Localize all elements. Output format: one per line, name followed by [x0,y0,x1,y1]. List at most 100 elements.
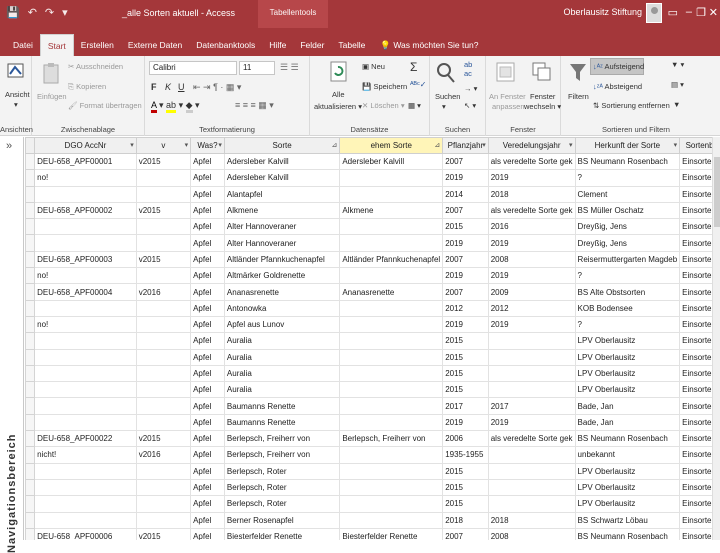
table-cell[interactable]: als veredelte Sorte gek [487,152,576,171]
table-cell[interactable]: Baumanns Renette [223,397,341,415]
table-cell[interactable]: Bade, Jan [574,397,681,415]
table-cell[interactable]: 2018 [442,511,489,529]
table-cell[interactable]: Apfel [190,446,225,464]
table-cell[interactable]: v2015 [135,201,192,220]
table-cell[interactable] [339,397,444,415]
col-header-herkunft[interactable]: Herkunft der Sorte ▾ [574,137,681,154]
view-button[interactable]: Ansicht [5,90,30,99]
table-cell[interactable]: als veredelte Sorte gek [487,201,576,220]
table-cell[interactable]: 1935-1955 [442,446,489,464]
table-cell[interactable]: BS Neumann Rosenbach [574,527,681,540]
table-cell[interactable]: LPV Oberlausitz [574,478,681,497]
table-row[interactable]: Apfel Auralia 2015 LPV Oberlausitz Einsorten [25,332,720,350]
row-selector[interactable] [25,250,36,269]
font-size-field[interactable]: 11 [239,61,275,75]
table-cell[interactable]: Apfel [190,430,225,448]
table-cell[interactable] [135,413,192,432]
table-cell[interactable] [487,462,576,480]
table-row[interactable]: no! Apfel Apfel aus Lunov 2019 2019? Einsorte… [25,315,720,334]
tell-me-search[interactable]: 💡 Was möchten Sie tun? [380,34,478,56]
table-row[interactable]: Apfel Alantapfel 2014 2018 Clement Einsorten [25,185,720,203]
table-cell[interactable]: 2019 [487,169,576,187]
table-row[interactable]: nicht! v2016 Apfel Berlepsch, Freiherr von 1… [25,446,720,464]
table-row[interactable]: Apfel Auralia 2015 LPV Oberlausitz Einsorten [25,348,720,366]
table-cell[interactable]: Alter Hannoveraner [223,218,341,236]
table-cell[interactable]: no! [34,315,137,334]
table-cell[interactable]: KOB Bodensee [574,299,681,317]
row-selector[interactable] [25,267,36,285]
table-cell[interactable]: ? [574,169,681,187]
row-selector[interactable] [25,397,36,415]
table-cell[interactable]: Apfel [190,413,225,432]
table-cell[interactable]: v2016 [135,283,192,301]
filter-button[interactable]: Filtern [568,92,589,101]
selection-filter-icon[interactable]: ▼ ▾ [671,60,684,69]
table-cell[interactable]: LPV Oberlausitz [574,364,681,383]
table-cell[interactable]: Apfel [190,381,225,399]
table-cell[interactable]: Auralia [223,364,341,383]
table-cell[interactable] [339,169,444,187]
close-icon[interactable]: ✕ [709,6,718,19]
paste-button[interactable]: Einfügen [37,92,67,101]
avatar[interactable] [646,3,662,23]
table-cell[interactable]: 2019 [442,315,489,334]
row-selector[interactable] [25,152,36,171]
table-cell[interactable] [34,218,137,236]
col-header-dgo-accnr[interactable]: DGO AccNr ▾ [34,137,137,154]
table-cell[interactable]: 2017 [442,397,489,415]
table-cell[interactable]: Adersleber Kalvill [223,152,341,171]
row-selector[interactable] [25,348,36,366]
switch-window-button[interactable]: wechseln ▾ [524,102,561,111]
table-cell[interactable]: Berlepsch, Freiherr von [223,430,341,448]
table-cell[interactable]: Berner Rosenapfel [223,511,341,529]
table-cell[interactable]: Apfel [190,283,225,301]
table-cell[interactable]: v2015 [135,152,192,171]
table-cell[interactable] [135,397,192,415]
table-cell[interactable]: Bade, Jan [574,413,681,432]
table-cell[interactable]: Apfel [190,152,225,171]
row-selector[interactable] [25,495,36,513]
table-row[interactable]: no! Apfel Adersleber Kalvill 2019 2019? Einso… [25,169,720,187]
table-cell[interactable] [487,364,576,383]
fit-window-button[interactable]: anpassen [492,102,525,111]
row-selector[interactable] [25,218,36,236]
table-cell[interactable]: BS Neumann Rosenbach [574,152,681,171]
table-cell[interactable]: 2017 [487,397,576,415]
table-row[interactable]: DEU-658_APF00001 v2015 Apfel Adersleber Kal… [25,152,720,171]
tab-datei[interactable]: Datei [6,34,40,56]
table-cell[interactable]: Auralia [223,348,341,366]
refresh-all-label[interactable]: Alle [332,90,345,99]
table-cell[interactable]: Apfel [190,234,225,252]
table-row[interactable]: Apfel Auralia 2015 LPV Oberlausitz Einsorten [25,364,720,383]
chevron-down-icon[interactable]: ▾ [442,102,446,111]
table-cell[interactable]: Biesterfelder Renette [223,527,341,540]
col-header-ehem-sorte[interactable]: ehem Sorte ⊿ [339,137,444,154]
table-cell[interactable] [135,299,192,317]
table-cell[interactable] [135,462,192,480]
table-cell[interactable]: Apfel [190,527,225,540]
table-cell[interactable]: Ananasrenette [339,283,444,301]
tab-externe-daten[interactable]: Externe Daten [121,34,189,56]
table-cell[interactable] [487,381,576,399]
new-record-button[interactable]: ▣ Neu [362,62,385,71]
row-selector[interactable] [25,364,36,383]
table-cell[interactable]: 2012 [442,299,489,317]
chevron-down-icon[interactable]: ▾ [14,100,18,109]
table-cell[interactable]: Apfel aus Lunov [223,315,341,334]
table-cell[interactable] [487,478,576,497]
table-cell[interactable]: 2019 [487,315,576,334]
table-cell[interactable]: Ananasrenette [223,283,341,301]
table-cell[interactable] [135,185,192,203]
user-name[interactable]: Oberlausitz Stiftung [563,7,642,17]
tab-erstellen[interactable]: Erstellen [74,34,121,56]
table-cell[interactable]: ? [574,315,681,334]
table-cell[interactable] [339,495,444,513]
table-row[interactable]: DEU-658_APF00003 v2015 Apfel Altländer Pfan… [25,250,720,269]
row-selector[interactable] [25,169,36,187]
row-selector[interactable] [25,234,36,252]
table-cell[interactable]: Apfel [190,169,225,187]
table-cell[interactable]: Apfel [190,495,225,513]
table-cell[interactable]: no! [34,267,137,285]
table-cell[interactable]: LPV Oberlausitz [574,495,681,513]
table-cell[interactable]: 2019 [442,413,489,432]
